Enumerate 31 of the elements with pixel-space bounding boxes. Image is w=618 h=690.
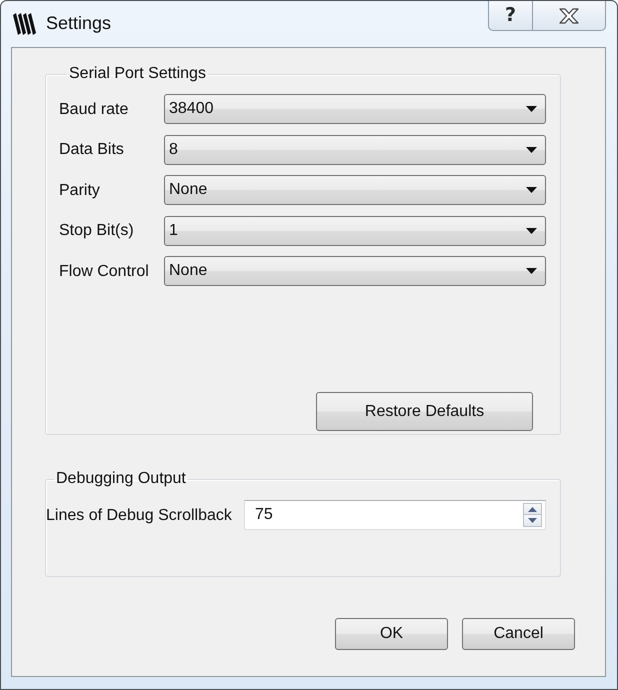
help-button[interactable]: ? bbox=[488, 1, 532, 31]
close-button[interactable] bbox=[532, 1, 606, 31]
dropdown[interactable]: None bbox=[164, 175, 546, 205]
field-label: Baud rate bbox=[59, 100, 128, 118]
caret-icon bbox=[526, 228, 537, 234]
up-arrow-icon bbox=[528, 506, 537, 512]
group-title: Debugging Output bbox=[55, 470, 187, 488]
caret-icon bbox=[526, 187, 537, 193]
dropdown[interactable]: None bbox=[164, 256, 546, 286]
dropdown[interactable]: 8 bbox=[164, 134, 546, 164]
caret-icon bbox=[526, 268, 537, 274]
spin-down-button[interactable] bbox=[523, 515, 542, 527]
group-title: Serial Port Settings bbox=[68, 65, 207, 83]
restore-defaults-button[interactable]: Restore Defaults bbox=[316, 392, 533, 431]
field-label: Stop Bit(s) bbox=[59, 221, 134, 240]
field-label: Parity bbox=[59, 180, 100, 200]
close-icon bbox=[559, 8, 579, 24]
spin-box[interactable]: 75 bbox=[244, 500, 546, 530]
window-title: Settings bbox=[46, 12, 112, 34]
dropdown[interactable]: 38400 bbox=[164, 94, 546, 124]
field-label: Data Bits bbox=[59, 140, 124, 159]
ok-button[interactable]: OK bbox=[335, 618, 448, 650]
spin-up-button[interactable] bbox=[523, 503, 542, 515]
dropdown[interactable]: 1 bbox=[164, 216, 546, 246]
caret-icon bbox=[526, 106, 537, 112]
field-label: Flow Control bbox=[59, 262, 149, 280]
down-arrow-icon bbox=[528, 518, 537, 523]
slanted-bars-icon bbox=[12, 12, 37, 36]
caret-icon bbox=[526, 146, 537, 152]
field-label: Lines of Debug Scrollback bbox=[46, 506, 232, 524]
cancel-button[interactable]: Cancel bbox=[462, 618, 575, 650]
